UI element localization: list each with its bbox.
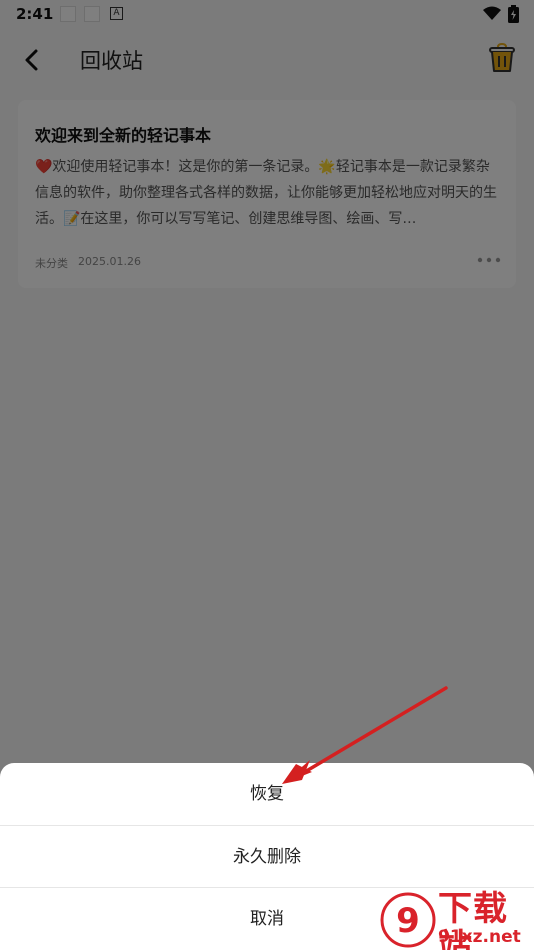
watermark-url: 91xz.net (438, 927, 521, 947)
watermark-logo-icon: 9 (380, 892, 436, 948)
watermark-logo-text: 9 (396, 901, 420, 941)
watermark: 9 下载站 91xz.net (380, 888, 534, 950)
annotation-arrow-icon (282, 686, 448, 784)
delete-forever-button[interactable]: 永久删除 (0, 826, 534, 888)
